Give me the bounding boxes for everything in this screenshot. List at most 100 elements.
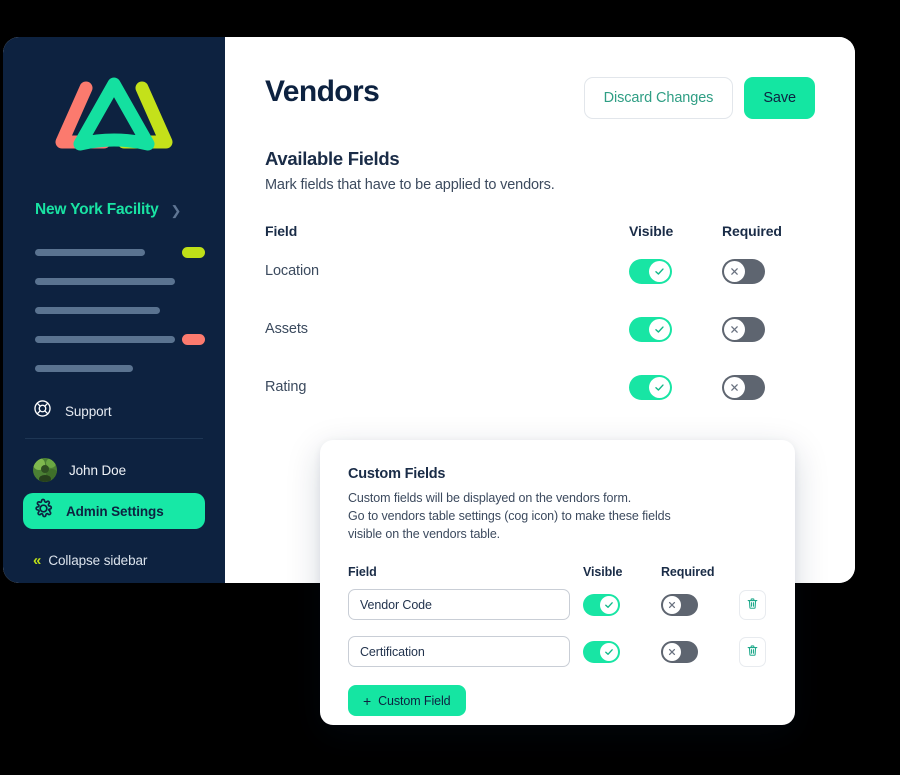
page-title: Vendors bbox=[265, 75, 380, 108]
field-name: Assets bbox=[265, 321, 308, 337]
custom-fields-table: Field Visible Required Vendor Code Certi… bbox=[348, 563, 767, 717]
nav-skeleton-item[interactable] bbox=[35, 303, 205, 317]
column-header-visible: Visible bbox=[629, 223, 674, 239]
toggle-knob bbox=[724, 318, 745, 340]
sidebar-divider bbox=[25, 438, 203, 439]
table-row bbox=[348, 628, 767, 675]
sidebar-item-label: Support bbox=[65, 403, 112, 419]
table-header-row: Field Visible Required bbox=[265, 220, 815, 242]
discard-changes-button[interactable]: Discard Changes bbox=[583, 77, 734, 119]
column-header-required: Required bbox=[722, 223, 782, 239]
required-cell bbox=[661, 640, 739, 663]
visible-cell bbox=[629, 258, 722, 284]
skeleton-bar bbox=[35, 306, 160, 314]
toggle-knob bbox=[663, 595, 681, 614]
nav-skeleton-list bbox=[3, 245, 225, 390]
required-toggle[interactable] bbox=[661, 640, 698, 663]
visible-toggle[interactable] bbox=[583, 640, 620, 663]
description-line-1: Custom fields will be displayed on the v… bbox=[348, 491, 632, 505]
toggle-knob bbox=[649, 376, 670, 398]
custom-fields-title: Custom Fields bbox=[348, 466, 446, 482]
save-button[interactable]: Save bbox=[744, 77, 815, 119]
required-cell bbox=[661, 593, 739, 616]
visible-toggle[interactable] bbox=[629, 374, 672, 400]
available-fields-table: Field Visible Required Location Assets R… bbox=[265, 220, 815, 416]
app-logo bbox=[50, 76, 178, 158]
avatar bbox=[33, 458, 57, 482]
custom-field-name-input[interactable] bbox=[348, 589, 570, 621]
column-header-field: Field bbox=[348, 565, 377, 580]
required-toggle[interactable] bbox=[722, 316, 765, 342]
visible-cell bbox=[583, 593, 661, 616]
description-line-2: Go to vendors table settings (cog icon) … bbox=[348, 508, 671, 523]
required-cell bbox=[722, 374, 815, 400]
required-toggle[interactable] bbox=[661, 593, 698, 616]
toggle-knob bbox=[724, 260, 745, 282]
visible-toggle[interactable] bbox=[629, 258, 672, 284]
field-name: Location bbox=[265, 263, 320, 279]
skeleton-bar bbox=[35, 364, 133, 372]
logo-container bbox=[3, 37, 225, 187]
field-cell bbox=[348, 589, 583, 621]
column-header-required: Required bbox=[661, 565, 715, 580]
lifebuoy-icon bbox=[33, 399, 52, 423]
chevron-right-icon: ❯ bbox=[170, 202, 182, 218]
add-custom-field-label: Custom Field bbox=[378, 693, 451, 708]
visible-cell bbox=[629, 374, 722, 400]
page-header: Vendors Discard Changes Save bbox=[265, 37, 815, 119]
sidebar-user[interactable]: John Doe bbox=[3, 456, 225, 484]
custom-fields-description: Custom fields will be displayed on the v… bbox=[348, 490, 767, 543]
collapse-sidebar-button[interactable]: « Collapse sidebar bbox=[3, 549, 225, 571]
status-pill-coral bbox=[182, 333, 205, 345]
facility-name: New York Facility bbox=[35, 201, 159, 218]
available-fields-subtitle: Mark fields that have to be applied to v… bbox=[265, 177, 555, 193]
table-row: Rating bbox=[265, 358, 815, 416]
facility-selector[interactable]: New York Facility ❯ bbox=[3, 197, 225, 223]
trash-icon bbox=[746, 644, 759, 660]
description-line-3: visible on the vendors table. bbox=[348, 526, 501, 541]
table-header-row: Field Visible Required bbox=[348, 563, 767, 581]
delete-cell bbox=[739, 636, 779, 667]
field-name: Rating bbox=[265, 379, 307, 395]
double-chevron-left-icon: « bbox=[33, 551, 42, 569]
visible-toggle[interactable] bbox=[583, 593, 620, 616]
skeleton-bar bbox=[35, 248, 145, 256]
visible-cell bbox=[583, 640, 661, 663]
delete-cell bbox=[739, 589, 779, 620]
nav-skeleton-item[interactable] bbox=[35, 361, 205, 375]
custom-field-name-input[interactable] bbox=[348, 636, 570, 668]
table-row: Assets bbox=[265, 300, 815, 358]
add-custom-field-button[interactable]: + Custom Field bbox=[348, 685, 466, 717]
required-cell bbox=[722, 258, 815, 284]
visible-cell bbox=[629, 316, 722, 342]
collapse-sidebar-label: Collapse sidebar bbox=[48, 552, 148, 568]
required-toggle[interactable] bbox=[722, 374, 765, 400]
toggle-knob bbox=[663, 642, 681, 661]
toggle-knob bbox=[649, 260, 670, 282]
column-header-visible: Visible bbox=[583, 565, 623, 580]
available-fields-title: Available Fields bbox=[265, 148, 400, 169]
delete-custom-field-button[interactable] bbox=[739, 589, 766, 620]
nav-skeleton-item[interactable] bbox=[35, 274, 205, 288]
required-toggle[interactable] bbox=[722, 258, 765, 284]
skeleton-bar bbox=[35, 335, 175, 343]
sidebar: New York Facility ❯ Support John Doe Adm… bbox=[3, 37, 225, 583]
sidebar-item-admin-settings[interactable]: Admin Settings bbox=[23, 493, 205, 529]
toggle-knob bbox=[600, 595, 618, 614]
nav-skeleton-item[interactable] bbox=[35, 245, 205, 259]
visible-toggle[interactable] bbox=[629, 316, 672, 342]
toggle-knob bbox=[600, 642, 618, 661]
skeleton-bar bbox=[35, 277, 175, 285]
field-cell bbox=[348, 636, 583, 668]
sidebar-item-support[interactable]: Support bbox=[3, 398, 225, 424]
trash-icon bbox=[746, 597, 759, 613]
nav-skeleton-item[interactable] bbox=[35, 332, 205, 346]
sidebar-item-label: Admin Settings bbox=[66, 503, 164, 519]
toggle-knob bbox=[724, 376, 745, 398]
delete-custom-field-button[interactable] bbox=[739, 636, 766, 667]
required-cell bbox=[722, 316, 815, 342]
column-header-field: Field bbox=[265, 223, 298, 239]
toggle-knob bbox=[649, 318, 670, 340]
status-pill-lime bbox=[182, 246, 205, 258]
header-actions: Discard Changes Save bbox=[583, 75, 815, 119]
